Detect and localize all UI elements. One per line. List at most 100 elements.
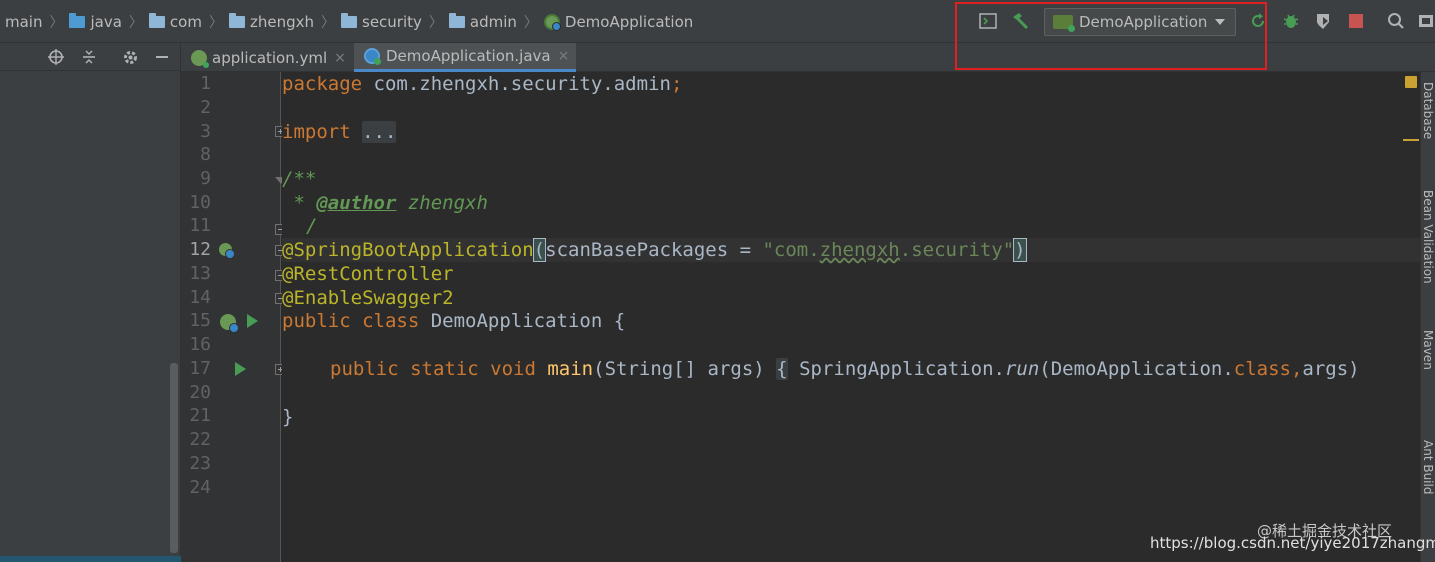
javadoc-open: /** <box>282 168 317 190</box>
tool-window-maven[interactable]: Maven <box>1421 330 1435 370</box>
gear-icon[interactable] <box>120 47 140 67</box>
chevron-right-icon: 〉 <box>523 14 538 31</box>
annotation: @SpringBootApplication <box>282 239 534 261</box>
project-panel-header <box>0 43 180 71</box>
locate-target-icon[interactable] <box>46 47 66 67</box>
stop-icon[interactable] <box>1345 10 1367 32</box>
javadoc-author: zhengxh <box>396 192 488 214</box>
spring-boot-class-icon <box>543 13 561 31</box>
tab-demoapplication-java[interactable]: DemoApplication.java × <box>354 43 576 72</box>
line-number: 10 <box>189 192 211 213</box>
breadcrumb-label: security <box>362 12 422 31</box>
spring-bean-search-icon[interactable] <box>219 243 235 259</box>
line-number: 23 <box>189 453 211 474</box>
line-number: 2 <box>200 97 211 118</box>
breadcrumb-item-demoapplication[interactable]: DemoApplication <box>543 0 694 43</box>
breadcrumb: main 〉 java 〉 com 〉 zhengxh 〉 security 〉… <box>0 0 693 43</box>
search-icon[interactable] <box>1385 10 1407 32</box>
package-name: com.zhengxh.security.admin <box>362 73 671 95</box>
run-configuration-label: DemoApplication <box>1079 13 1208 31</box>
keyword: public class <box>282 310 420 332</box>
tab-application-yml[interactable]: application.yml × <box>181 43 354 72</box>
method-params: (String[] args) <box>593 358 765 380</box>
semicolon: ; <box>670 73 683 95</box>
package-icon <box>448 12 465 28</box>
tool-window-database[interactable]: Database <box>1421 82 1435 139</box>
code-line-11: / <box>282 214 1420 238</box>
package-icon <box>148 12 165 28</box>
code-line-12: @SpringBootApplication(scanBasePackages … <box>282 238 1420 262</box>
code-line-10: * @author zhengxh <box>282 191 1420 215</box>
run-gutter-icon[interactable] <box>235 362 246 376</box>
project-panel-scrollbar[interactable] <box>170 363 178 553</box>
breadcrumb-label: com <box>169 12 202 31</box>
coverage-icon[interactable] <box>1312 10 1334 32</box>
editor-tab-bar: application.yml × DemoApplication.java × <box>181 43 1435 72</box>
source-folder-icon <box>69 12 86 28</box>
folded-imports[interactable]: ... <box>362 121 397 143</box>
project-structure-icon[interactable] <box>1415 10 1435 32</box>
collapse-all-icon[interactable] <box>79 47 99 67</box>
code-line-1: package com.zhengxh.security.admin; <box>282 72 1420 96</box>
package-icon <box>228 12 245 28</box>
rerun-icon[interactable] <box>1247 10 1269 32</box>
breadcrumb-item-com[interactable]: com 〉 <box>148 0 229 43</box>
breadcrumb-item-security[interactable]: security 〉 <box>341 0 449 43</box>
breadcrumb-item-admin[interactable]: admin 〉 <box>448 0 544 43</box>
annotation: @EnableSwagger2 <box>282 287 454 309</box>
class-declaration: DemoApplication { <box>419 310 626 332</box>
terminal-icon[interactable] <box>977 10 999 32</box>
folded-method-body[interactable]: { <box>776 358 788 380</box>
keyword: class, <box>1233 358 1303 380</box>
line-number: 1 <box>200 73 211 94</box>
run-gutter-icon[interactable] <box>247 314 258 328</box>
spring-bean-icon[interactable] <box>220 314 239 333</box>
line-number: 22 <box>189 429 211 450</box>
method-args: args) <box>1302 358 1360 380</box>
warning-stripe-marker[interactable] <box>1403 139 1419 141</box>
keyword: package <box>282 73 363 95</box>
method-name: main <box>547 358 594 380</box>
line-number: 15 <box>189 310 211 331</box>
breadcrumb-label: DemoApplication <box>564 12 694 31</box>
tool-window-ant-build[interactable]: Ant Build <box>1421 440 1435 494</box>
line-number: 13 <box>189 263 211 284</box>
javadoc-star: * <box>282 192 317 214</box>
chevron-right-icon: 〉 <box>128 14 143 31</box>
annotation: @RestController <box>282 263 454 285</box>
build-hammer-icon[interactable] <box>1009 10 1031 32</box>
line-number: 24 <box>189 477 211 498</box>
breadcrumb-label: main <box>5 12 43 31</box>
code-line-14: @EnableSwagger2 <box>282 286 1420 310</box>
code-line-17: public static void main(String[] args) {… <box>282 357 1420 381</box>
run-configuration-selector[interactable]: DemoApplication <box>1044 8 1236 36</box>
chevron-right-icon: 〉 <box>49 14 64 31</box>
code-line-21: } <box>282 405 1420 429</box>
breadcrumb-item-java[interactable]: java 〉 <box>69 0 148 43</box>
inspection-status-icon[interactable] <box>1405 76 1417 88</box>
status-strip <box>0 556 181 562</box>
line-number: 8 <box>200 144 211 165</box>
chevron-right-icon: 〉 <box>428 14 443 31</box>
tool-window-bean-validation[interactable]: Bean Validation <box>1421 190 1435 284</box>
code-editor[interactable]: package com.zhengxh.security.admin; impo… <box>282 72 1420 562</box>
code-line-15: public class DemoApplication { <box>282 309 1420 333</box>
minimize-icon[interactable] <box>152 47 172 67</box>
tab-label: DemoApplication.java <box>386 47 551 65</box>
debug-icon[interactable] <box>1280 10 1302 32</box>
project-panel <box>0 43 181 562</box>
line-number: 3 <box>200 121 211 142</box>
line-number: 14 <box>189 287 211 308</box>
package-icon <box>341 12 357 28</box>
breadcrumb-label: admin <box>469 12 517 31</box>
line-number: 11 <box>189 215 211 236</box>
breadcrumb-item-zhengxh[interactable]: zhengxh 〉 <box>228 0 341 43</box>
breadcrumb-item-main[interactable]: main 〉 <box>0 0 69 43</box>
annotation-param: scanBasePackages = <box>545 239 763 261</box>
close-icon[interactable]: × <box>334 50 346 66</box>
method-args: (DemoApplication. <box>1039 358 1234 380</box>
line-number: 17 <box>189 358 211 379</box>
line-number-current: 12 <box>189 239 211 260</box>
breadcrumb-label: java <box>90 12 122 31</box>
close-icon[interactable]: × <box>558 48 570 64</box>
